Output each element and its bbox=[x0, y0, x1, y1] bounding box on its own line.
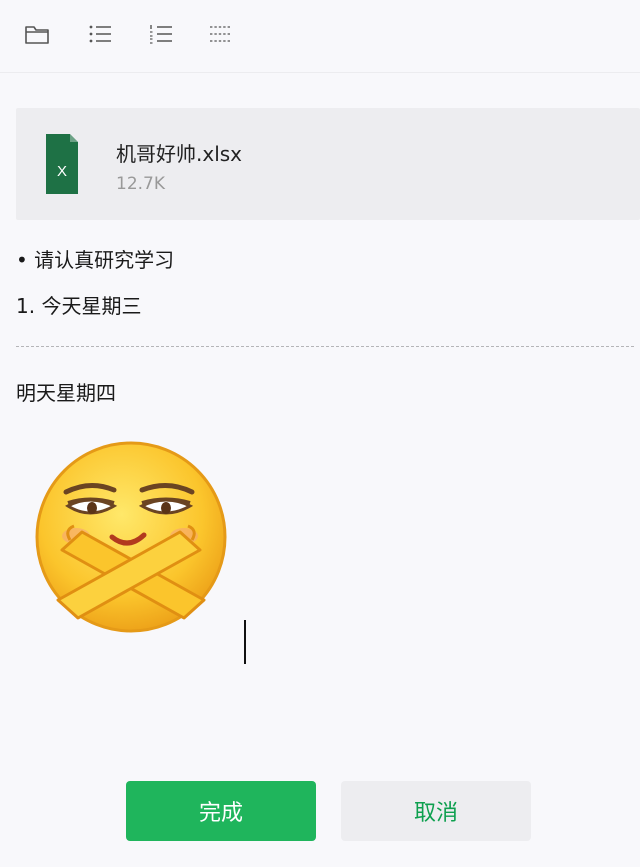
file-attachment[interactable]: X 机哥好帅.xlsx 12.7K bbox=[16, 108, 640, 220]
text-cursor bbox=[244, 620, 246, 664]
crossed-arms-emoji-sticker[interactable] bbox=[34, 440, 228, 638]
numbered-list-icon[interactable] bbox=[147, 20, 175, 48]
paragraph-text[interactable]: 明天星期四 bbox=[16, 377, 116, 406]
divider-line-icon[interactable] bbox=[207, 20, 235, 48]
numbered-list-item[interactable]: 1. 今天星期三 bbox=[16, 290, 141, 319]
excel-icon-letter: X bbox=[57, 163, 67, 180]
file-name: 机哥好帅.xlsx bbox=[116, 142, 243, 166]
dashed-divider bbox=[16, 346, 634, 347]
bullet-list-item[interactable]: • 请认真研究学习 bbox=[16, 244, 174, 273]
cancel-button[interactable]: 取消 bbox=[341, 781, 531, 841]
bullet-list-icon[interactable] bbox=[86, 20, 114, 48]
done-button[interactable]: 完成 bbox=[126, 781, 316, 841]
editor-toolbar bbox=[0, 0, 640, 73]
file-size: 12.7K bbox=[116, 174, 165, 194]
excel-file-icon: X bbox=[46, 134, 78, 198]
folder-icon[interactable] bbox=[23, 20, 51, 48]
